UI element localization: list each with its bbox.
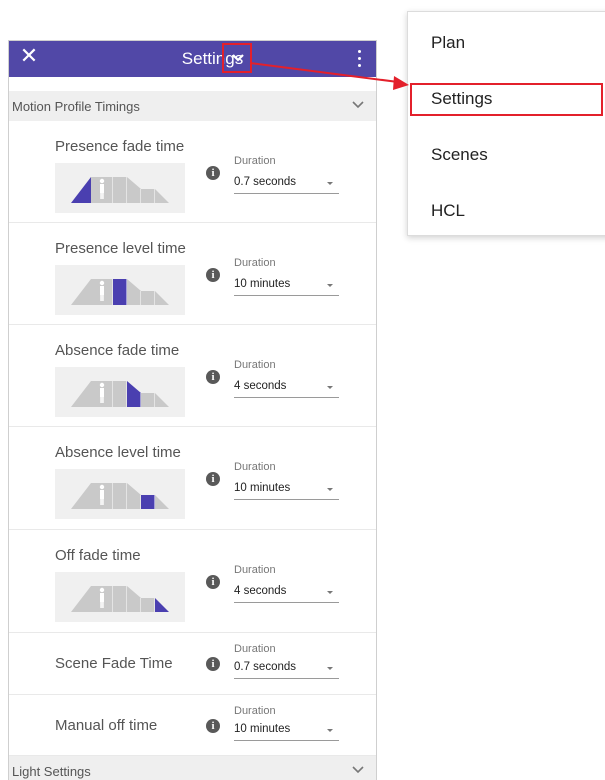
annotation-arrow: [249, 62, 409, 90]
